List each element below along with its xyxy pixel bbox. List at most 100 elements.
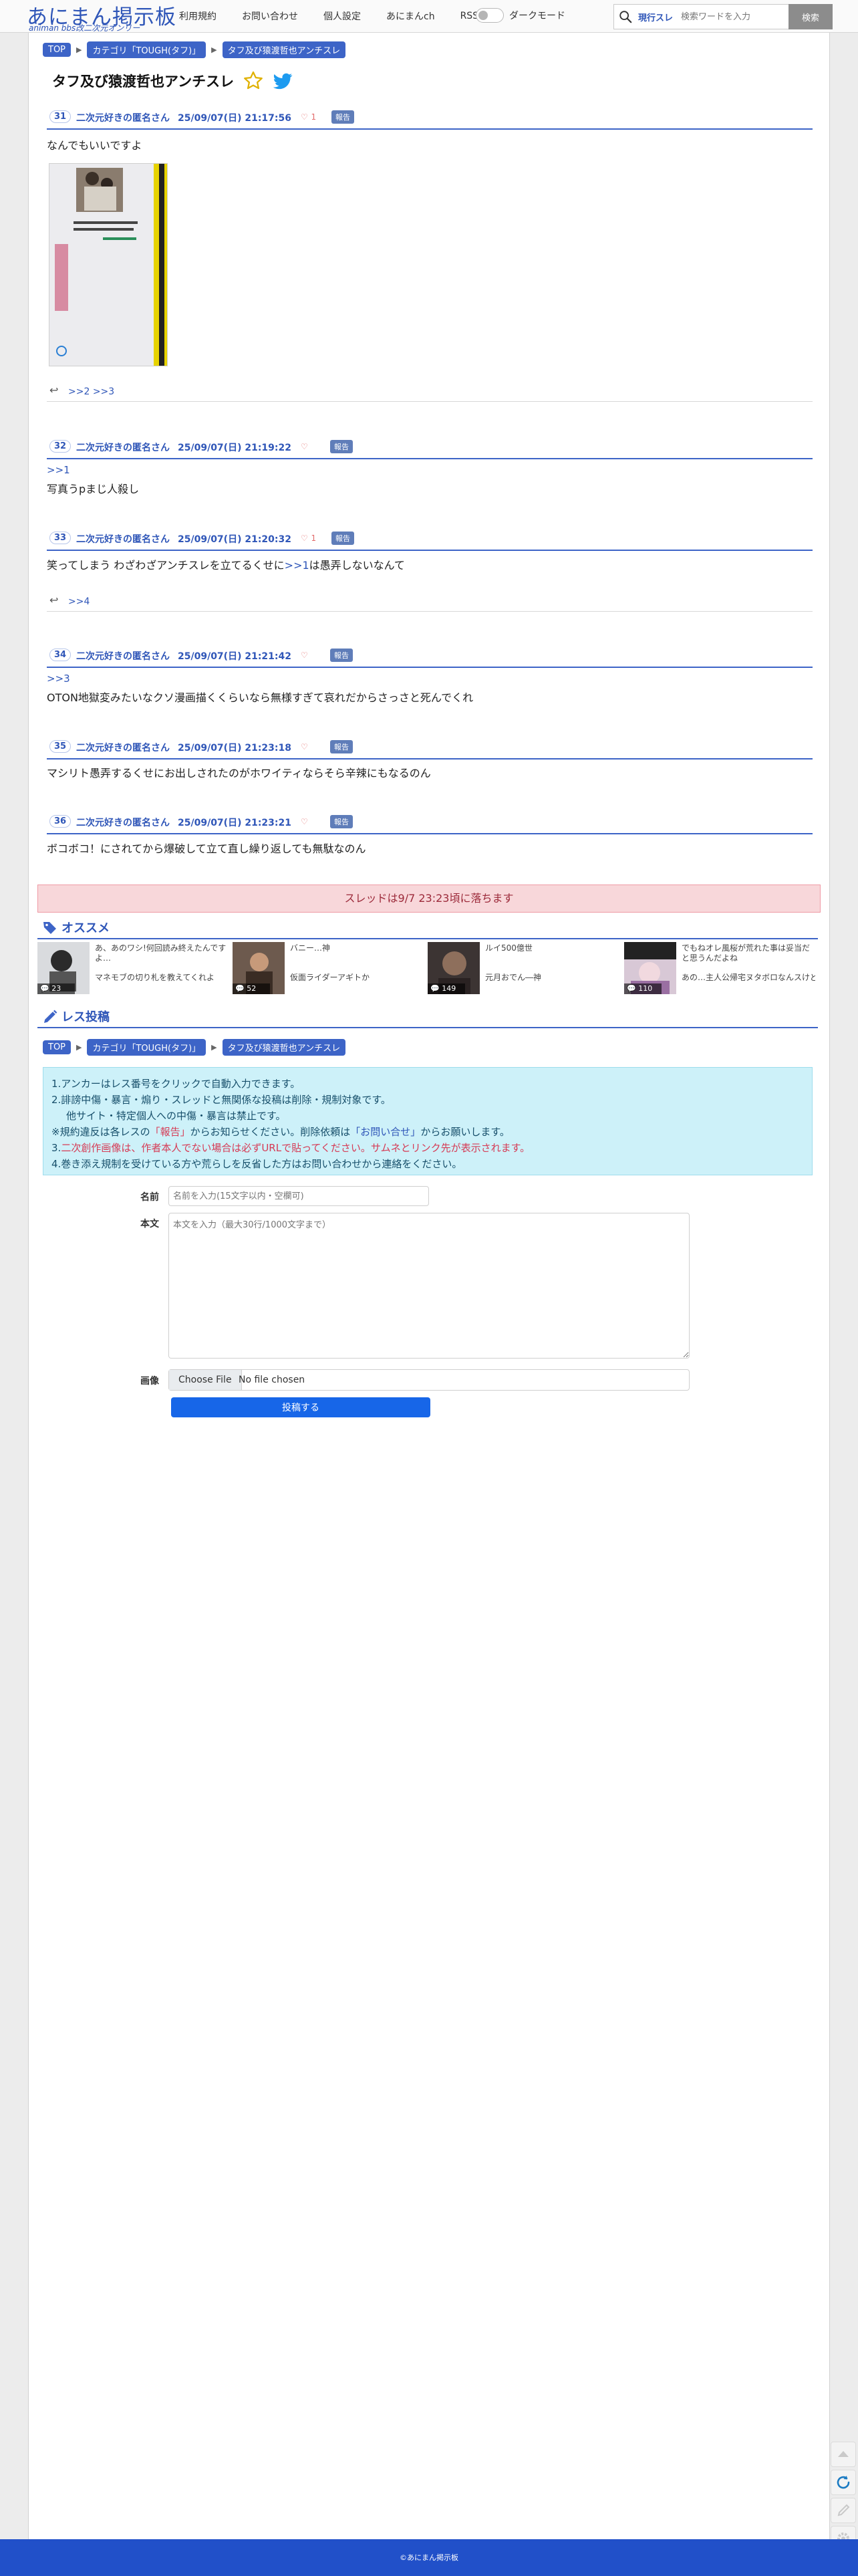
post-body: OTON地獄変みたいなクソ漫画描くくらいなら無様すぎて哀れだからさっさと死んでく… bbox=[47, 691, 474, 704]
reply-anchor-link[interactable]: >>4 bbox=[68, 596, 90, 607]
breadcrumb: TOP ▶ カテゴリ「TOUGH(タフ)」 ▶ タフ及び猿渡哲也アンチスレ bbox=[43, 1039, 346, 1056]
page-title: タフ及び猿渡哲也アンチスレ bbox=[52, 74, 235, 90]
arrow-up-icon bbox=[838, 2451, 849, 2457]
submit-button[interactable]: 投稿する bbox=[171, 1397, 430, 1417]
post-anchor-link[interactable]: >>1 bbox=[47, 464, 70, 476]
report-button[interactable]: 報告 bbox=[330, 649, 353, 662]
heart-icon: ♡ bbox=[301, 442, 308, 451]
post-date: 25/09/07(日) 21:21:42 bbox=[178, 651, 291, 662]
comment-count: 💬 23 bbox=[37, 983, 75, 994]
contact-link[interactable]: 「お問い合せ」 bbox=[350, 1126, 420, 1138]
recommend-item-subtitle: 仮面ライダーアギトか bbox=[290, 973, 370, 982]
post-body: なんでもいいですよ bbox=[47, 139, 142, 152]
post-date: 25/09/07(日) 21:17:56 bbox=[178, 113, 291, 124]
breadcrumb-thread[interactable]: タフ及び猿渡哲也アンチスレ bbox=[222, 1039, 346, 1056]
footer-copyright: ©あにまん掲示板 bbox=[400, 2553, 458, 2562]
choose-file-button[interactable]: Choose File bbox=[169, 1370, 242, 1390]
breadcrumb-category[interactable]: カテゴリ「TOUGH(タフ)」 bbox=[87, 1039, 206, 1056]
rule-line: 2.誹謗中傷・暴言・煽り・スレッドと無関係な投稿は削除・規制対象です。 bbox=[51, 1094, 391, 1106]
nav-contact[interactable]: お問い合わせ bbox=[242, 9, 298, 23]
recommend-item-title: バニー…神 bbox=[290, 943, 331, 953]
post-number[interactable]: 32 bbox=[49, 440, 72, 453]
nav-personal-settings[interactable]: 個人設定 bbox=[323, 9, 361, 23]
like-button[interactable]: ♡ bbox=[301, 649, 308, 661]
post-header: 31 二次元好きの匿名さん 25/09/07(日) 21:17:56 ♡ 1 報… bbox=[47, 107, 813, 130]
post-anchor-link[interactable]: >>1 bbox=[285, 559, 309, 572]
recommend-item[interactable]: 💬 110 でもねオレ風桜が荒れた事は妥当だと思うんだよね あの…主人公帰宅ヌタ… bbox=[624, 942, 815, 996]
reply-links: ↩ >>2 >>3 bbox=[47, 382, 813, 402]
site-logo[interactable]: あにまん掲示板 animan bbs改二次元オンリー bbox=[27, 1, 176, 33]
body-textarea[interactable] bbox=[168, 1213, 690, 1359]
poster-name: 二次元好きの匿名さん bbox=[76, 113, 170, 124]
recommend-thumbnail: 💬 23 bbox=[37, 942, 90, 994]
recommend-item[interactable]: 💬 149 ルイ500億世 元月おでん―神 bbox=[428, 942, 619, 996]
post-body: マシリト愚弄するくせにお出しされたのがホワイティならそら辛辣にもなるのん bbox=[47, 767, 431, 780]
report-button[interactable]: 報告 bbox=[330, 815, 353, 828]
search-box: 現行スレ 検索 bbox=[613, 4, 833, 29]
image-file-input[interactable]: Choose File No file chosen bbox=[168, 1369, 690, 1391]
star-icon[interactable] bbox=[242, 70, 265, 92]
breadcrumb-thread[interactable]: タフ及び猿渡哲也アンチスレ bbox=[222, 41, 346, 58]
dark-mode-switch[interactable] bbox=[476, 8, 504, 23]
like-button[interactable]: ♡ 1 bbox=[301, 110, 316, 122]
like-button[interactable]: ♡ bbox=[301, 815, 308, 827]
post-number[interactable]: 33 bbox=[49, 532, 72, 544]
reload-button[interactable] bbox=[831, 2470, 856, 2495]
report-button[interactable]: 報告 bbox=[331, 110, 354, 124]
post-body: 写真うpまじ人殺し bbox=[47, 483, 140, 495]
breadcrumb-top[interactable]: TOP bbox=[43, 43, 72, 57]
breadcrumb-category[interactable]: カテゴリ「TOUGH(タフ)」 bbox=[87, 41, 206, 58]
recommend-item[interactable]: 💬 52 バニー…神 仮面ライダーアギトか bbox=[233, 942, 424, 996]
post-number[interactable]: 35 bbox=[49, 740, 72, 753]
scroll-top-button[interactable] bbox=[831, 2442, 856, 2467]
post-number[interactable]: 31 bbox=[49, 110, 72, 123]
dark-mode-toggle[interactable]: ダークモード bbox=[476, 8, 565, 23]
search-button[interactable]: 検索 bbox=[789, 4, 833, 29]
post-image[interactable] bbox=[49, 163, 168, 366]
recommend-section-title: オススメ bbox=[37, 918, 818, 939]
like-button[interactable]: ♡ bbox=[301, 440, 308, 452]
pen-icon bbox=[837, 2504, 850, 2516]
like-button[interactable]: ♡ bbox=[301, 740, 308, 752]
post-header: 34 二次元好きの匿名さん 25/09/07(日) 21:21:42 ♡ 報告 bbox=[47, 645, 813, 668]
heart-icon: ♡ bbox=[301, 742, 308, 751]
thread-title-row: タフ及び猿渡哲也アンチスレ bbox=[52, 70, 294, 92]
report-button[interactable]: 報告 bbox=[331, 532, 354, 545]
recommend-item-title: あ、あのワシ!何回読み終えたんですよ… bbox=[95, 943, 227, 963]
recommend-item-subtitle: あの…主人公帰宅ヌタボロなんスけど… bbox=[682, 973, 815, 982]
post-body: 笑ってしまう わざわざアンチスレを立てるくせに>>1は愚弄しないなんて bbox=[47, 556, 405, 572]
posting-rules: 1.アンカーはレス番号をクリックで自動入力できます。 2.誹謗中傷・暴言・煽り・… bbox=[43, 1067, 813, 1175]
post-anchor-link[interactable]: >>3 bbox=[47, 673, 70, 685]
name-input[interactable] bbox=[168, 1186, 429, 1206]
post-date: 25/09/07(日) 21:19:22 bbox=[178, 443, 291, 453]
breadcrumb-top[interactable]: TOP bbox=[43, 1040, 72, 1054]
report-button[interactable]: 報告 bbox=[330, 740, 353, 753]
comment-count: 💬 149 bbox=[428, 983, 465, 994]
file-status: No file chosen bbox=[239, 1375, 305, 1385]
write-post-button[interactable] bbox=[831, 2498, 856, 2523]
breadcrumb-separator: ▶ bbox=[211, 45, 217, 54]
like-button[interactable]: ♡ 1 bbox=[301, 532, 316, 544]
post-header: 33 二次元好きの匿名さん 25/09/07(日) 21:20:32 ♡ 1 報… bbox=[47, 528, 813, 551]
recommend-item[interactable]: 💬 23 あ、あのワシ!何回読み終えたんですよ… マネモブの切り札を教えてくれよ bbox=[37, 942, 229, 996]
reply-icon: ↩ bbox=[49, 384, 59, 396]
reply-anchor-link[interactable]: >>2 >>3 bbox=[68, 386, 114, 397]
report-button[interactable]: 報告 bbox=[330, 440, 353, 453]
nav-terms[interactable]: 利用規約 bbox=[179, 9, 217, 23]
search-input[interactable] bbox=[680, 7, 776, 26]
heart-icon: ♡ bbox=[301, 112, 308, 122]
search-scope-select[interactable]: 現行スレ bbox=[638, 11, 673, 23]
twitter-icon[interactable] bbox=[271, 70, 294, 92]
post-form-section-title: レス投稿 bbox=[37, 1007, 818, 1028]
poster-name: 二次元好きの匿名さん bbox=[76, 651, 170, 662]
post-number[interactable]: 36 bbox=[49, 815, 72, 828]
post-number[interactable]: 34 bbox=[49, 649, 72, 661]
rule-line: ※規約違反は各レスの「報告」からお知らせください。削除依頼は「お問い合せ」からお… bbox=[51, 1126, 510, 1138]
breadcrumb-separator: ▶ bbox=[76, 45, 82, 54]
post-header: 35 二次元好きの匿名さん 25/09/07(日) 21:23:18 ♡ 報告 bbox=[47, 737, 813, 759]
report-link[interactable]: 「報告」 bbox=[150, 1126, 190, 1138]
search-icon bbox=[619, 11, 632, 23]
poster-name: 二次元好きの匿名さん bbox=[76, 818, 170, 828]
post-text: 笑ってしまう わざわざアンチスレを立てるくせに bbox=[47, 559, 285, 572]
nav-animanch[interactable]: あにまんch bbox=[386, 9, 435, 23]
